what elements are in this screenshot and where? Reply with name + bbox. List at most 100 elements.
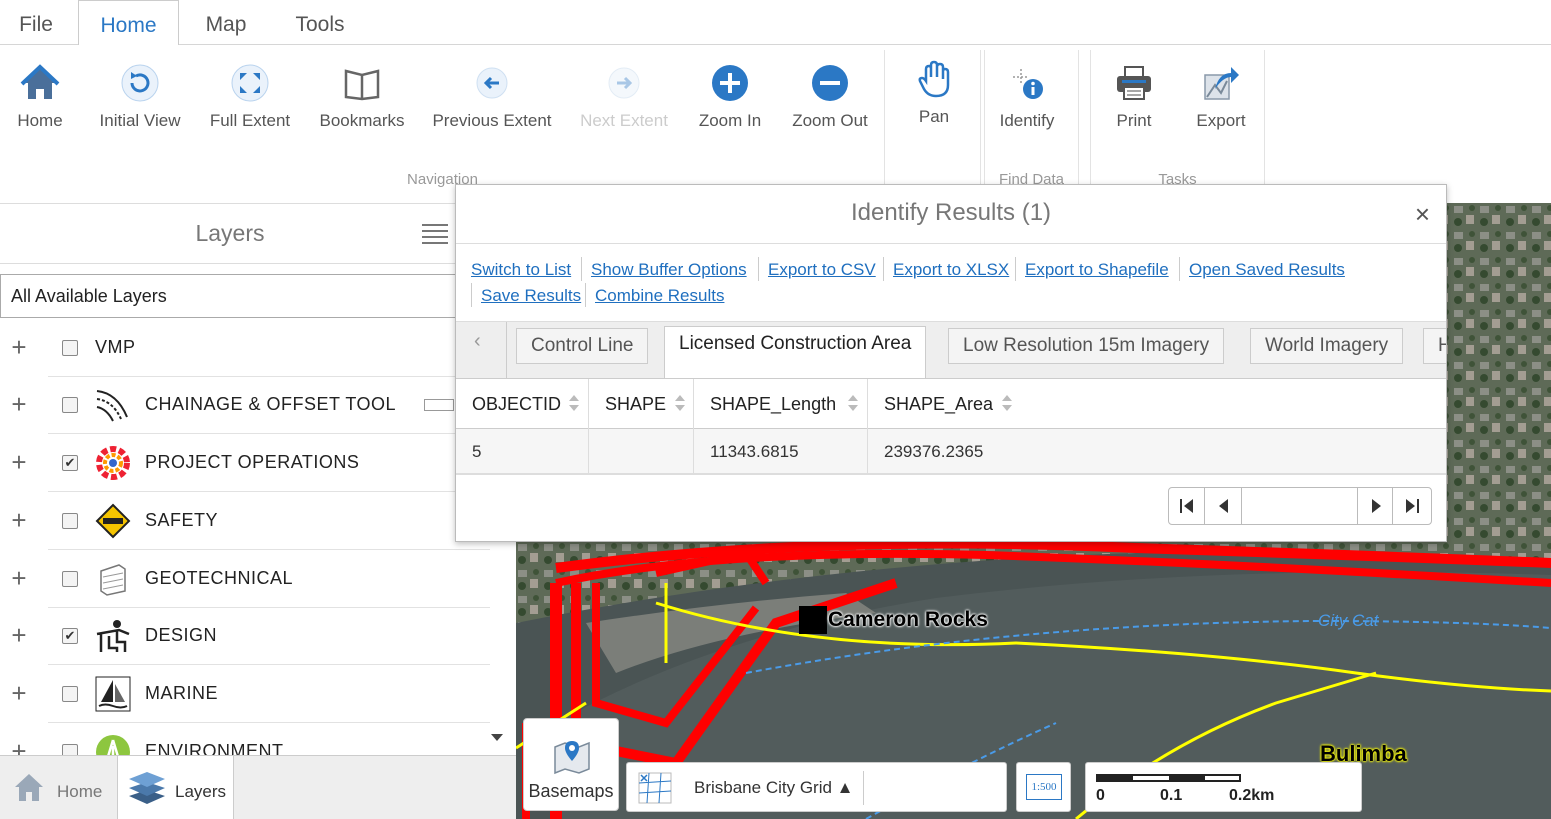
layer-name: SAFETY [145, 510, 219, 530]
menu-tab-map[interactable]: Map [196, 0, 256, 45]
previous-extent-icon [472, 63, 512, 103]
expand-icon[interactable]: + [8, 332, 30, 363]
export-to-xlsx-link[interactable]: Export to XLSX [893, 260, 1009, 280]
sort-icon [675, 395, 685, 411]
cell-shape-length: 11343.6815 [694, 429, 868, 475]
row-divider [48, 664, 490, 665]
layer-filter-select[interactable]: All Available Layers [0, 274, 470, 318]
export-button[interactable]: Export [1188, 63, 1254, 131]
switch-to-list-link[interactable]: Switch to List [471, 260, 571, 280]
print-button[interactable]: Print [1105, 63, 1163, 131]
full-extent-icon [230, 63, 270, 103]
scroll-down-icon[interactable] [491, 734, 503, 741]
combine-results-link[interactable]: Combine Results [595, 286, 724, 306]
menu-tab-file[interactable]: File [8, 0, 64, 45]
next-extent-button[interactable]: Next Extent [574, 63, 674, 131]
save-results-link[interactable]: Save Results [481, 286, 581, 306]
layer-checkbox[interactable] [62, 397, 78, 413]
layer-checkbox[interactable] [62, 513, 78, 529]
hamburger-menu-icon[interactable] [421, 222, 449, 244]
tab-world-imagery[interactable]: World Imagery [1250, 328, 1404, 364]
previous-extent-button[interactable]: Previous Extent [428, 63, 556, 131]
identify-icon [1007, 63, 1047, 103]
layer-checkbox[interactable] [62, 686, 78, 702]
column-header-label: SHAPE [605, 394, 667, 414]
tab-scroll-left-icon[interactable]: ‹ [474, 330, 481, 353]
scale-input-button[interactable]: 1:500 [1016, 762, 1071, 812]
show-buffer-options-link[interactable]: Show Buffer Options [591, 260, 747, 280]
column-header-shape-area[interactable]: SHAPE_Area [868, 379, 1446, 429]
menu-tab-home[interactable]: Home [78, 0, 179, 46]
bottom-tab-layers[interactable]: Layers [117, 756, 234, 819]
table-row[interactable]: 5 11343.6815 239376.2365 [456, 429, 1446, 475]
layer-checkbox-checked[interactable]: ✔ [62, 628, 78, 644]
layer-row-safety: + SAFETY [0, 493, 490, 550]
next-extent-label: Next Extent [580, 111, 668, 130]
layer-row-design: + ✔ DESIGN [0, 608, 490, 665]
pan-button[interactable]: Pan [900, 59, 968, 127]
full-extent-button[interactable]: Full Extent [205, 63, 295, 131]
layer-checkbox[interactable] [62, 340, 78, 356]
expand-icon[interactable]: + [8, 447, 30, 478]
home-tool-button[interactable]: Home [5, 63, 75, 131]
tab-high-resolution[interactable]: High Resolution [1423, 328, 1446, 364]
column-header-shape-length[interactable]: SHAPE_Length [694, 379, 868, 429]
export-to-csv-link[interactable]: Export to CSV [768, 260, 876, 280]
expand-icon[interactable]: + [8, 389, 30, 420]
next-page-icon[interactable] [1357, 488, 1393, 524]
dialog-title: Identify Results (1) [850, 199, 1052, 226]
printer-icon [1114, 63, 1154, 103]
tab-low-resolution-imagery[interactable]: Low Resolution 15m Imagery [948, 328, 1225, 364]
map-label-city-cat: City Cat [1318, 611, 1379, 630]
bookmarks-label: Bookmarks [319, 111, 405, 130]
expand-icon[interactable]: + [8, 736, 30, 757]
zoom-out-button[interactable]: Zoom Out [786, 63, 874, 131]
layer-row-geotechnical: + GEOTECHNICAL [0, 551, 490, 608]
basemaps-button[interactable]: Basemaps [523, 718, 619, 811]
layer-checkbox[interactable] [62, 571, 78, 587]
layer-row-chainage: + CHAINAGE & OFFSET TOOL [0, 377, 490, 434]
sort-icon [848, 395, 858, 411]
menu-tab-tools[interactable]: Tools [286, 0, 354, 45]
expand-icon[interactable]: + [8, 505, 30, 536]
home-icon [12, 770, 46, 804]
close-icon[interactable]: × [1415, 199, 1430, 230]
bottom-tab-home[interactable]: Home [0, 756, 116, 819]
initial-view-button[interactable]: Initial View [92, 63, 188, 131]
bookmarks-icon [342, 63, 382, 103]
layers-header: Layers [0, 204, 490, 264]
first-page-icon[interactable] [1169, 488, 1205, 524]
expand-icon[interactable]: + [8, 620, 30, 651]
grid-selector[interactable]: Brisbane City Grid ▲ [626, 762, 1007, 812]
expand-icon[interactable]: + [8, 678, 30, 709]
column-header-objectid[interactable]: OBJECTID [456, 379, 589, 429]
layer-name: MARINE [145, 683, 219, 703]
expand-icon[interactable]: + [8, 563, 30, 594]
open-saved-results-link[interactable]: Open Saved Results [1189, 260, 1345, 280]
link-separator [758, 257, 759, 281]
export-to-shapefile-link[interactable]: Export to Shapefile [1025, 260, 1169, 280]
layers-stack-icon [128, 770, 166, 806]
full-extent-label: Full Extent [209, 111, 291, 130]
sort-icon [569, 395, 579, 411]
layer-name: GEOTECHNICAL [145, 568, 294, 588]
bookmarks-button[interactable]: Bookmarks [314, 63, 410, 131]
cell-shape-area: 239376.2365 [884, 442, 984, 461]
home-tool-label: Home [17, 111, 63, 130]
layer-name: CHAINAGE & OFFSET TOOL [145, 394, 397, 414]
pan-icon [914, 59, 954, 99]
tab-licensed-construction-area[interactable]: Licensed Construction Area [664, 326, 927, 378]
last-page-icon[interactable] [1394, 488, 1430, 524]
identify-button[interactable]: Identify [992, 63, 1062, 131]
link-separator [585, 283, 586, 307]
previous-page-icon[interactable] [1206, 488, 1242, 524]
tab-control-line[interactable]: Control Line [516, 328, 649, 364]
layer-slider-handle[interactable] [424, 399, 454, 411]
layer-checkbox-checked[interactable]: ✔ [62, 455, 78, 471]
layer-row-marine: + MARINE [0, 666, 490, 723]
column-header-shape[interactable]: SHAPE [589, 379, 694, 429]
column-header-label: SHAPE_Area [884, 394, 994, 414]
scale-bar-graphic [1096, 774, 1241, 782]
previous-extent-label: Previous Extent [432, 111, 552, 130]
zoom-in-button[interactable]: Zoom In [690, 63, 770, 131]
